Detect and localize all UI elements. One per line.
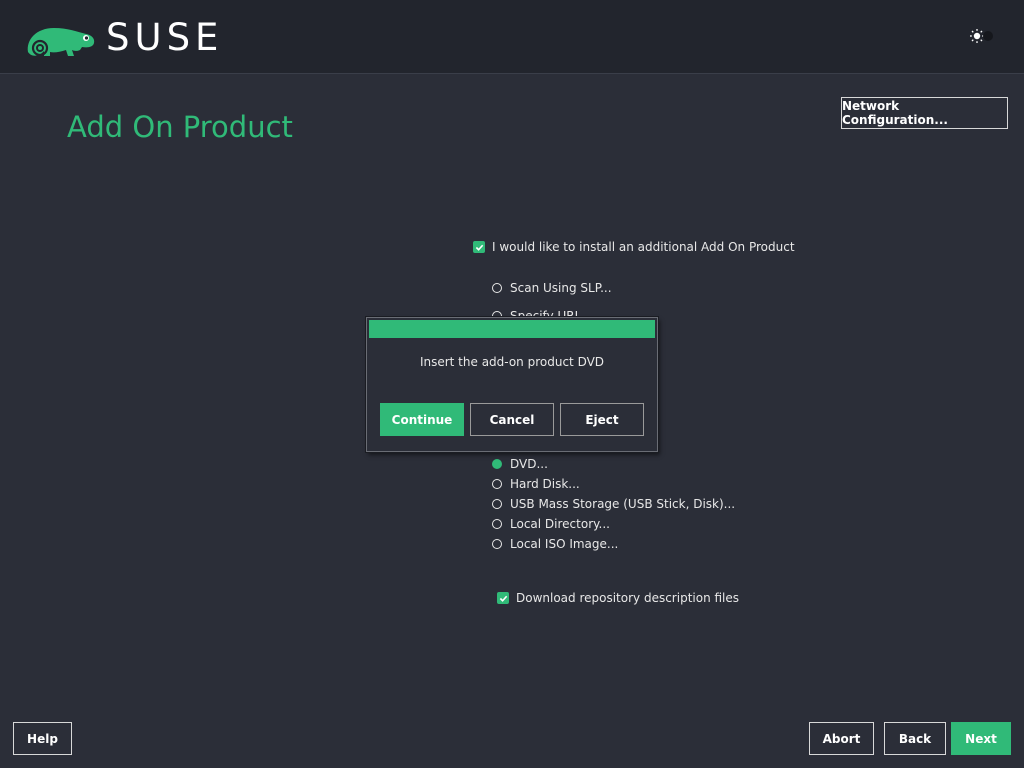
- radio-scan-slp[interactable]: [492, 283, 502, 293]
- dialog-message: Insert the add-on product DVD: [419, 355, 605, 369]
- radio-dvd[interactable]: [492, 459, 502, 469]
- next-button[interactable]: Next: [951, 722, 1011, 755]
- top-bar: SUSE: [0, 0, 1024, 74]
- continue-button[interactable]: Continue: [380, 403, 464, 436]
- radio-usb-storage-label[interactable]: USB Mass Storage (USB Stick, Disk)...: [510, 497, 735, 511]
- page-title: Add On Product: [67, 110, 293, 144]
- addon-checkbox-label[interactable]: I would like to install an additional Ad…: [492, 240, 795, 254]
- addon-checkbox[interactable]: [473, 241, 485, 253]
- radio-scan-slp-label[interactable]: Scan Using SLP...: [510, 281, 612, 295]
- download-description-checkbox[interactable]: [497, 592, 509, 604]
- sun-toggle-icon[interactable]: [968, 28, 996, 44]
- checkmark-icon: [499, 595, 507, 602]
- eject-button[interactable]: Eject: [560, 403, 644, 436]
- insert-dvd-dialog: Insert the add-on product DVD Continue C…: [366, 317, 658, 452]
- suse-chameleon-logo: [27, 28, 95, 57]
- radio-hard-disk-label[interactable]: Hard Disk...: [510, 477, 580, 491]
- radio-hard-disk[interactable]: [492, 479, 502, 489]
- radio-local-iso-label[interactable]: Local ISO Image...: [510, 537, 618, 551]
- cancel-button[interactable]: Cancel: [470, 403, 554, 436]
- partially-hidden-option: Specify URL...: [489, 308, 589, 317]
- back-button[interactable]: Back: [884, 722, 946, 755]
- checkmark-icon: [475, 244, 483, 251]
- radio-local-directory-label[interactable]: Local Directory...: [510, 517, 610, 531]
- radio-local-directory[interactable]: [492, 519, 502, 529]
- download-description-label[interactable]: Download repository description files: [516, 591, 739, 605]
- brand-wordmark: SUSE: [106, 16, 224, 59]
- radio-dvd-label[interactable]: DVD...: [510, 457, 548, 471]
- help-button[interactable]: Help: [13, 722, 72, 755]
- network-configuration-button[interactable]: Network Configuration...: [841, 97, 1008, 129]
- radio-specify-url-label[interactable]: Specify URL...: [510, 309, 589, 317]
- radio-local-iso[interactable]: [492, 539, 502, 549]
- abort-button[interactable]: Abort: [809, 722, 874, 755]
- dialog-title-bar: [369, 320, 655, 338]
- radio-usb-storage[interactable]: [492, 499, 502, 509]
